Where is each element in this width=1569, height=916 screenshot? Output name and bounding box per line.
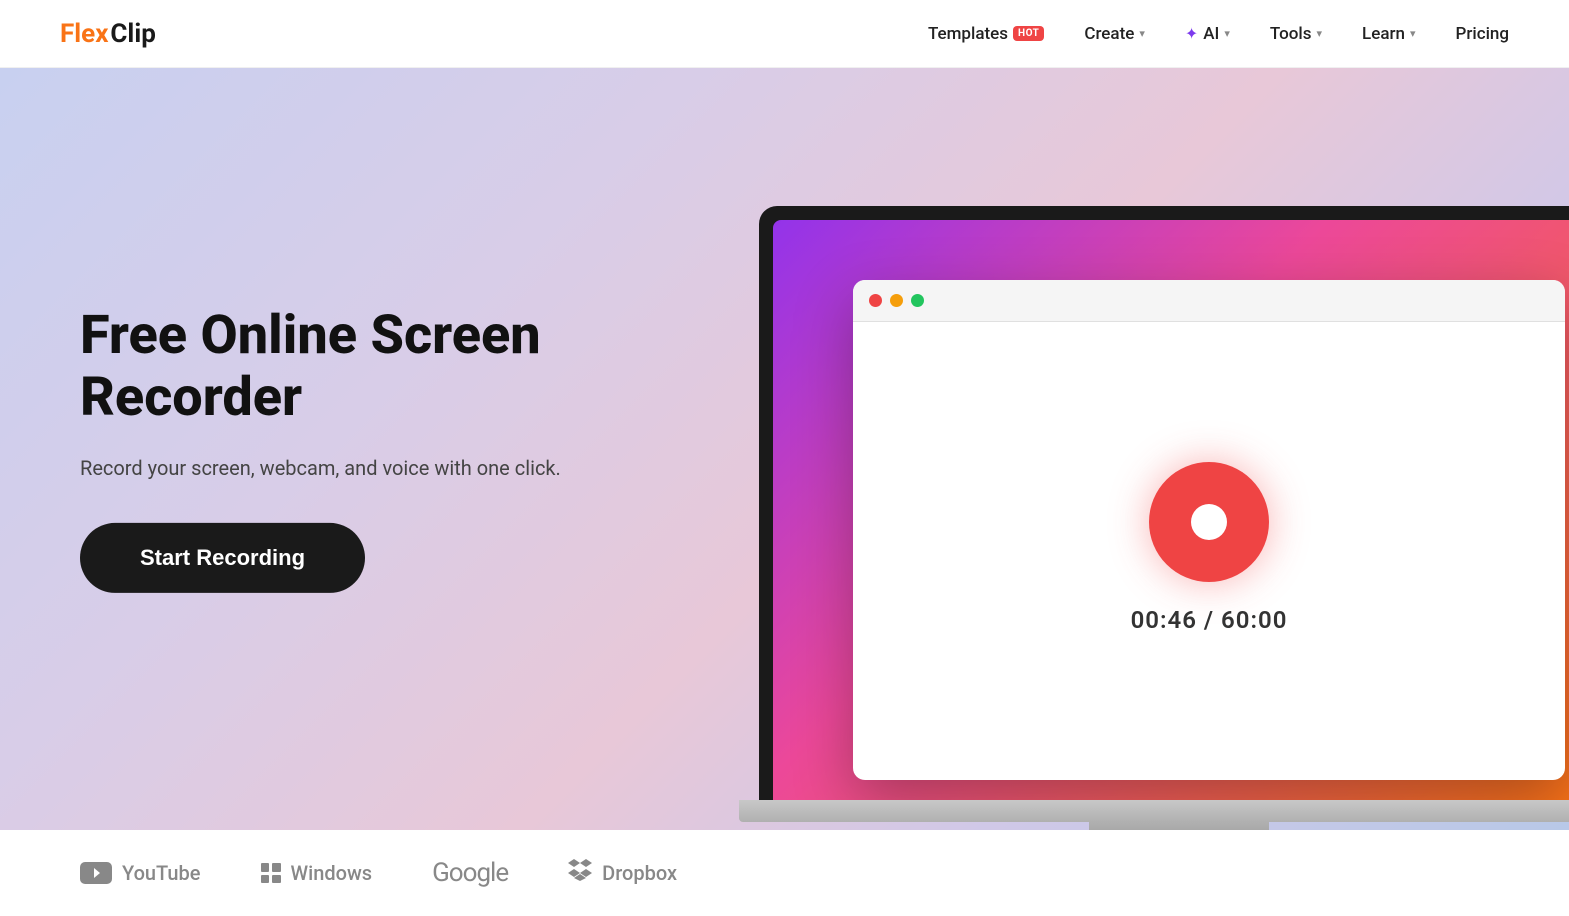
partner-windows: Windows xyxy=(261,861,373,885)
nav-learn[interactable]: Learn ▾ xyxy=(1362,24,1415,44)
partner-dropbox-label: Dropbox xyxy=(602,861,677,885)
browser-titlebar xyxy=(853,280,1565,322)
logo[interactable]: FlexClip xyxy=(60,19,156,49)
nav-create-label: Create xyxy=(1084,24,1134,44)
start-recording-button[interactable]: Start Recording xyxy=(80,523,365,593)
dropbox-icon xyxy=(568,859,592,887)
youtube-icon xyxy=(80,862,112,884)
nav-ai-label: AI xyxy=(1203,24,1219,44)
partners-bar: YouTube Windows Google Dropbox xyxy=(0,830,1569,916)
chevron-down-icon-ai: ▾ xyxy=(1224,27,1230,40)
laptop-screen-outer: 00:46 / 60:00 xyxy=(759,206,1569,800)
windows-icon xyxy=(261,863,281,883)
laptop-bottom-bar xyxy=(739,800,1569,822)
partner-dropbox: Dropbox xyxy=(568,859,677,887)
partner-windows-label: Windows xyxy=(291,861,373,885)
laptop-body: 00:46 / 60:00 xyxy=(729,206,1569,830)
laptop-illustration: 00:46 / 60:00 xyxy=(729,206,1569,830)
nav-templates-label: Templates xyxy=(928,24,1008,44)
nav-ai[interactable]: ✦ AI ▾ xyxy=(1185,24,1230,44)
hero-content: Free Online Screen Recorder Record your … xyxy=(80,305,640,593)
laptop-screen-bg: 00:46 / 60:00 xyxy=(773,220,1569,800)
nav-center: Templates HOT Create ▾ ✦ AI ▾ Tools ▾ Le… xyxy=(928,24,1509,44)
laptop-stand xyxy=(1089,822,1269,830)
recording-timer: 00:46 / 60:00 xyxy=(1131,606,1288,634)
browser-close-dot xyxy=(869,294,882,307)
partner-youtube: YouTube xyxy=(80,861,201,885)
nav-pricing[interactable]: Pricing xyxy=(1456,24,1510,44)
navbar: FlexClip Templates HOT Create ▾ ✦ AI ▾ T… xyxy=(0,0,1569,68)
logo-clip: Clip xyxy=(110,19,155,49)
browser-window: 00:46 / 60:00 xyxy=(853,280,1565,780)
browser-maximize-dot xyxy=(911,294,924,307)
hero-subtitle: Record your screen, webcam, and voice wi… xyxy=(80,453,640,483)
chevron-down-icon: ▾ xyxy=(1139,27,1145,40)
browser-content: 00:46 / 60:00 xyxy=(853,322,1565,774)
hero-title: Free Online Screen Recorder xyxy=(80,305,640,429)
nav-pricing-label: Pricing xyxy=(1456,24,1510,44)
hot-badge: HOT xyxy=(1013,26,1044,41)
ai-sparkle-icon: ✦ xyxy=(1185,24,1198,43)
nav-tools[interactable]: Tools ▾ xyxy=(1270,24,1322,44)
record-button-inner-dot xyxy=(1191,504,1227,540)
hero-section: Free Online Screen Recorder Record your … xyxy=(0,68,1569,830)
partner-google: Google xyxy=(432,858,508,888)
nav-tools-label: Tools xyxy=(1270,24,1312,44)
chevron-down-icon-learn: ▾ xyxy=(1410,27,1416,40)
chevron-down-icon-tools: ▾ xyxy=(1317,27,1323,40)
browser-minimize-dot xyxy=(890,294,903,307)
nav-learn-label: Learn xyxy=(1362,24,1405,44)
record-button-visual xyxy=(1149,462,1269,582)
logo-flex: Flex xyxy=(60,19,108,49)
google-icon: Google xyxy=(432,858,508,888)
nav-templates[interactable]: Templates HOT xyxy=(928,24,1044,44)
nav-create[interactable]: Create ▾ xyxy=(1084,24,1145,44)
partner-youtube-label: YouTube xyxy=(122,861,201,885)
